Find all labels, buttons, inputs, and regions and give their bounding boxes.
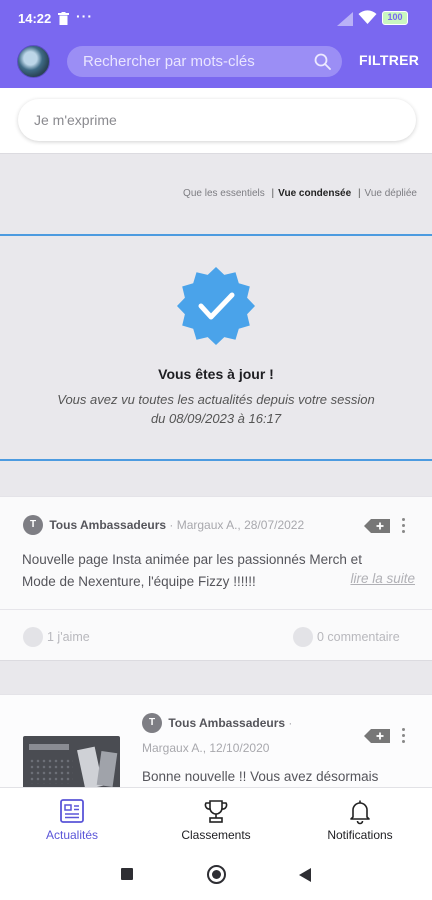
status-bar: 14:22 ··· 100 bbox=[0, 0, 432, 38]
bottom-navigation: Actualités Classements Notifications bbox=[0, 787, 432, 850]
trophy-icon bbox=[204, 800, 228, 823]
up-to-date-banner: Vous êtes à jour ! Vous avez vu toutes l… bbox=[0, 234, 432, 461]
up-to-date-line-2: du 08/09/2023 à 16:17 bbox=[150, 411, 282, 426]
tag-add-icon[interactable] bbox=[364, 519, 390, 533]
nav-tab-actualites[interactable]: Actualités bbox=[0, 788, 144, 851]
newspaper-icon bbox=[60, 799, 84, 823]
post-card[interactable]: T Tous Ambassadeurs · Margaux A., 12/10/… bbox=[0, 694, 432, 796]
post-meta: Margaux A., 12/10/2020 bbox=[142, 741, 270, 755]
post-header: T Tous Ambassadeurs · Margaux A., 28/07/… bbox=[23, 515, 304, 535]
search-placeholder: Rechercher par mots-clés bbox=[83, 53, 255, 70]
compose-input[interactable]: Je m'exprime bbox=[18, 99, 416, 141]
battery-icon: 100 bbox=[382, 11, 408, 25]
post-divider bbox=[0, 609, 432, 610]
like-count: 1 j'aime bbox=[47, 630, 90, 644]
post-header: T Tous Ambassadeurs · bbox=[142, 713, 292, 733]
comment-icon bbox=[293, 627, 313, 647]
up-to-date-message: Vous avez vu toutes les actualités depui… bbox=[30, 390, 402, 428]
more-options-icon[interactable] bbox=[402, 728, 406, 744]
trash-icon bbox=[58, 12, 69, 25]
post-card[interactable]: T Tous Ambassadeurs · Margaux A., 28/07/… bbox=[0, 496, 432, 661]
view-option-condensed[interactable]: Vue condensée bbox=[278, 188, 351, 199]
wifi-icon bbox=[358, 10, 377, 24]
system-navigation-bar bbox=[0, 850, 432, 900]
user-avatar[interactable] bbox=[17, 45, 50, 78]
view-mode-selector: Que les essentiels | Vue condensée | Vue d… bbox=[183, 188, 417, 199]
app-header: 14:22 ··· 100 Rechercher par mots-clés F… bbox=[0, 0, 432, 88]
post-group[interactable]: Tous Ambassadeurs bbox=[49, 518, 166, 532]
view-separator: | bbox=[271, 188, 275, 199]
search-input[interactable]: Rechercher par mots-clés bbox=[67, 46, 342, 77]
up-to-date-line-1: Vous avez vu toutes les actualités depui… bbox=[57, 392, 375, 407]
post-group[interactable]: Tous Ambassadeurs bbox=[168, 716, 285, 730]
status-time: 14:22 bbox=[18, 11, 52, 26]
up-to-date-title: Vous êtes à jour ! bbox=[158, 366, 274, 382]
comment-button[interactable]: 0 commentaire bbox=[293, 627, 400, 647]
compose-section: Je m'exprime bbox=[0, 88, 432, 154]
search-icon[interactable] bbox=[314, 53, 331, 70]
more-options-icon[interactable] bbox=[402, 518, 406, 534]
post-body-line-1: Nouvelle page Insta animée par les passi… bbox=[22, 552, 362, 567]
back-icon[interactable] bbox=[299, 868, 311, 882]
post-meta: · Margaux A., 28/07/2022 bbox=[169, 518, 305, 532]
group-avatar: T bbox=[23, 515, 43, 535]
view-option-essentials[interactable]: Que les essentiels bbox=[183, 188, 265, 199]
view-separator: | bbox=[357, 188, 361, 199]
like-button[interactable]: 1 j'aime bbox=[23, 627, 90, 647]
group-avatar: T bbox=[142, 713, 162, 733]
read-more-link[interactable]: lire la suite bbox=[315, 571, 415, 586]
nav-label: Classements bbox=[181, 828, 251, 842]
bell-icon bbox=[350, 800, 370, 825]
status-more-dots: ··· bbox=[76, 8, 93, 24]
comment-count: 0 commentaire bbox=[317, 630, 400, 644]
post-meta-separator: · bbox=[288, 716, 293, 730]
nav-tab-classements[interactable]: Classements bbox=[144, 788, 288, 851]
tag-add-icon[interactable] bbox=[364, 729, 390, 743]
nav-tab-notifications[interactable]: Notifications bbox=[288, 788, 432, 851]
compose-placeholder: Je m'exprime bbox=[34, 112, 117, 128]
post-body: Bonne nouvelle !! Vous avez désormais bbox=[142, 769, 379, 784]
nav-label: Actualités bbox=[45, 828, 99, 842]
signal-icon bbox=[337, 12, 353, 26]
like-icon bbox=[23, 627, 43, 647]
view-option-expanded[interactable]: Vue dépliée bbox=[365, 188, 417, 199]
recent-apps-icon[interactable] bbox=[121, 868, 133, 880]
verified-badge-icon bbox=[177, 267, 255, 345]
nav-label: Notifications bbox=[327, 828, 393, 842]
home-icon[interactable] bbox=[207, 865, 226, 884]
filter-button[interactable]: FILTRER bbox=[359, 52, 419, 68]
